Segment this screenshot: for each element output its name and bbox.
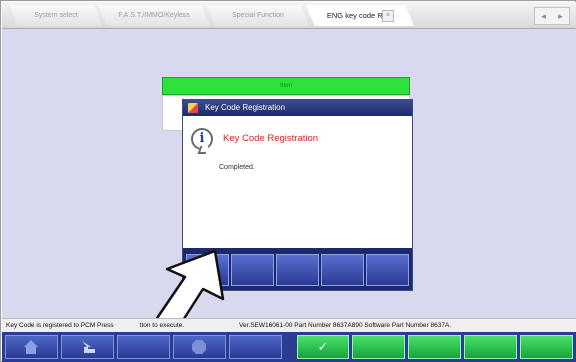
dialog-button-2[interactable] (231, 254, 274, 286)
toolbar-button-3[interactable] (116, 335, 170, 359)
tab-fast-immo-keyless[interactable]: F.A.S.T./IMMO/Keyless (98, 5, 210, 26)
tab-special-function[interactable]: Special Function (207, 5, 309, 26)
tab-prev-icon[interactable]: ◂ (541, 11, 546, 22)
app-icon (188, 103, 198, 113)
stop-icon (192, 340, 207, 354)
dialog-heading: Key Code Registration (223, 133, 319, 144)
app-window: System select F.A.S.T./IMMO/Keyless Spec… (0, 0, 576, 362)
main-workspace: Item Key Code Registration i Key Code Re… (2, 29, 576, 318)
status-instruction: Key Code is registered to PCM Press tton … (6, 322, 185, 329)
tab-system-select[interactable]: System select (10, 5, 102, 26)
toolbar-green-button-4[interactable] (464, 335, 518, 359)
item-column-header: Item (162, 77, 410, 95)
dialog-button-5[interactable] (366, 254, 409, 286)
stop-button[interactable] (172, 335, 226, 359)
dialog-title: Key Code Registration (205, 103, 286, 112)
home-button[interactable] (5, 335, 58, 359)
tab-bar: System select F.A.S.T./IMMO/Keyless Spec… (2, 2, 576, 29)
confirm-button[interactable]: ✓ (296, 335, 350, 359)
bottom-toolbar: ✓ (2, 332, 576, 362)
dialog-button-3[interactable] (276, 254, 319, 286)
toolbar-green-button-5[interactable] (520, 335, 574, 359)
toolbar-green-button-2[interactable] (352, 335, 406, 359)
back-button[interactable] (60, 335, 114, 359)
tab-next-icon[interactable]: ▸ (558, 11, 563, 22)
dialog-button-4[interactable] (321, 254, 364, 286)
toolbar-button-5[interactable] (228, 335, 282, 359)
info-icon: i (191, 128, 213, 150)
status-bar: Key Code is registered to PCM Press tton … (2, 318, 576, 333)
dialog-titlebar: Key Code Registration (183, 100, 412, 116)
dialog-message: Completed. (219, 164, 255, 171)
tab-close-icon[interactable]: × (382, 10, 394, 22)
status-version-info: Ver.SEW16061-00 Part Number 8637A890 Sof… (239, 322, 452, 329)
back-arrow-icon (82, 341, 96, 353)
home-icon (24, 340, 39, 354)
toolbar-green-button-3[interactable] (408, 335, 462, 359)
tab-scroll-controls: ◂ ▸ (534, 7, 570, 25)
tab-eng-key-code-reg[interactable]: ENG key code Reg. (306, 5, 414, 26)
